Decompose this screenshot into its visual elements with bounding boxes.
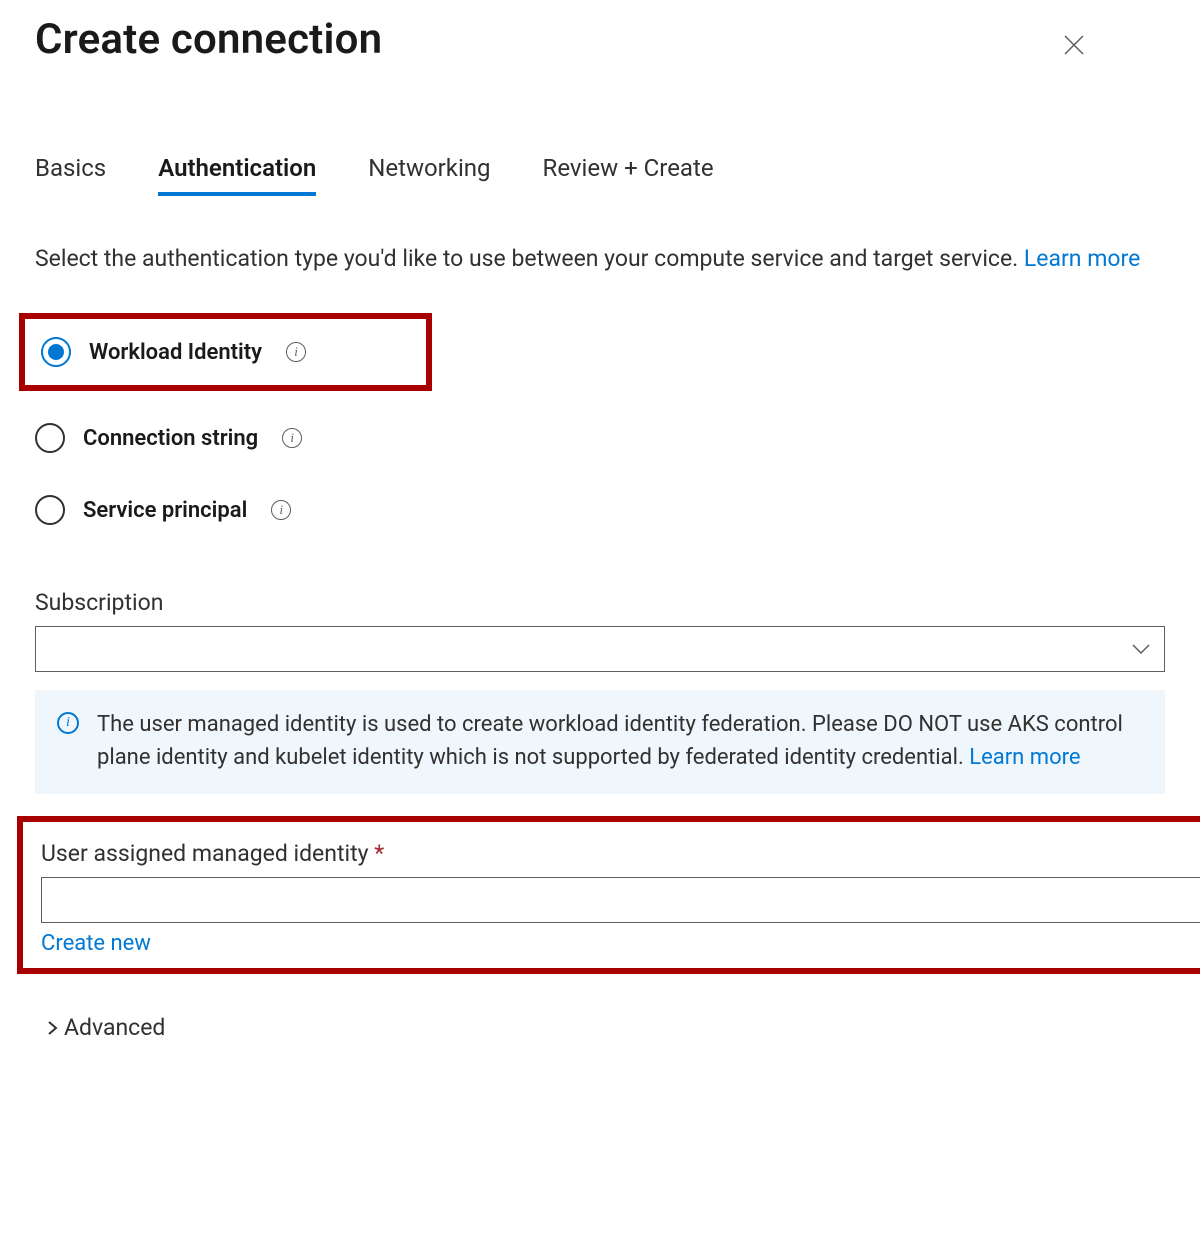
tab-networking[interactable]: Networking [368, 154, 490, 196]
advanced-toggle[interactable]: Advanced [35, 1014, 1165, 1041]
uami-highlighted-section: User assigned managed identity * Create … [17, 816, 1200, 974]
radio-indicator [35, 495, 65, 525]
radio-connection-string[interactable]: Connection string i [19, 419, 1165, 457]
panel-header: Create connection [35, 15, 1165, 64]
info-banner: i The user managed identity is used to c… [35, 690, 1165, 794]
chevron-right-icon [47, 1020, 58, 1036]
chevron-down-icon [1132, 644, 1150, 654]
info-banner-learn-more-link[interactable]: Learn more [969, 745, 1080, 770]
info-icon[interactable]: i [271, 500, 291, 520]
required-indicator: * [374, 840, 384, 867]
subscription-field: Subscription [35, 589, 1165, 672]
radio-indicator [41, 337, 71, 367]
radio-label: Connection string [83, 426, 258, 451]
intro-learn-more-link[interactable]: Learn more [1024, 245, 1140, 272]
page-title: Create connection [35, 15, 382, 64]
info-icon[interactable]: i [286, 342, 306, 362]
radio-workload-identity[interactable]: Workload Identity i [19, 313, 432, 391]
close-icon [1063, 34, 1085, 56]
tab-review-create[interactable]: Review + Create [543, 154, 714, 196]
info-banner-text: The user managed identity is used to cre… [97, 708, 1143, 774]
uami-label-text: User assigned managed identity [41, 840, 368, 867]
intro-body: Select the authentication type you'd lik… [35, 245, 1024, 272]
uami-label: User assigned managed identity * [41, 840, 1200, 867]
radio-service-principal[interactable]: Service principal i [19, 491, 1165, 529]
create-connection-panel: Create connection Basics Authentication … [0, 0, 1200, 1081]
subscription-label: Subscription [35, 589, 1165, 616]
subscription-dropdown[interactable] [35, 626, 1165, 672]
uami-dropdown[interactable] [41, 877, 1200, 923]
radio-label: Workload Identity [89, 340, 262, 365]
info-icon[interactable]: i [282, 428, 302, 448]
radio-dot [48, 344, 64, 360]
radio-label: Service principal [83, 498, 247, 523]
radio-indicator [35, 423, 65, 453]
create-new-link[interactable]: Create new [41, 931, 151, 956]
close-button[interactable] [1063, 15, 1165, 61]
intro-text: Select the authentication type you'd lik… [35, 242, 1165, 275]
tab-bar: Basics Authentication Networking Review … [35, 154, 1165, 196]
uami-field: User assigned managed identity * Create … [41, 840, 1200, 956]
auth-type-radio-group: Workload Identity i Connection string i … [19, 313, 1165, 529]
tab-basics[interactable]: Basics [35, 154, 106, 196]
tab-authentication[interactable]: Authentication [158, 154, 316, 196]
info-icon: i [57, 712, 79, 734]
advanced-label: Advanced [64, 1014, 165, 1041]
